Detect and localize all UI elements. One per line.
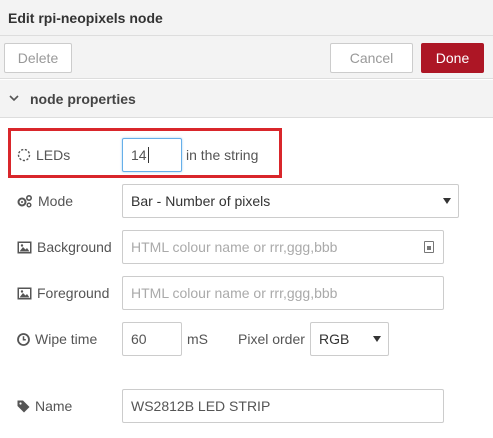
background-placeholder: HTML colour name or rrr,ggg,bbb xyxy=(131,239,338,255)
foreground-label: Foreground xyxy=(17,283,109,303)
caret-down-icon xyxy=(443,198,451,204)
cancel-button[interactable]: Cancel xyxy=(330,43,413,73)
pixel-order-label: Pixel order xyxy=(238,331,305,347)
circle-dashed-icon xyxy=(17,148,31,162)
leds-input[interactable]: 14 xyxy=(122,138,182,172)
background-label-text: Background xyxy=(37,239,112,255)
wipe-time-label: Wipe time xyxy=(17,329,97,349)
delete-button[interactable]: Delete xyxy=(4,43,72,73)
leds-input-value: 14 xyxy=(131,147,147,163)
background-input[interactable]: HTML colour name or rrr,ggg,bbb xyxy=(122,230,444,264)
tray-toolbar: Delete Cancel Done xyxy=(0,36,493,79)
name-input-value: WS2812B LED STRIP xyxy=(131,398,271,414)
leds-label: LEDs xyxy=(17,145,70,165)
image-icon xyxy=(17,241,32,253)
done-button[interactable]: Done xyxy=(421,43,484,73)
color-picker-icon[interactable] xyxy=(424,241,434,253)
cogs-icon xyxy=(17,194,33,208)
node-properties-header[interactable]: node properties xyxy=(0,80,493,118)
leds-label-text: LEDs xyxy=(36,147,71,163)
wipe-time-value: 60 xyxy=(131,331,147,347)
caret-down-icon xyxy=(373,336,381,342)
name-label-text: Name xyxy=(35,398,73,414)
mode-select-value: Bar - Number of pixels xyxy=(131,193,271,209)
section-title: node properties xyxy=(30,91,136,107)
tag-icon xyxy=(17,400,30,412)
wipe-time-label-text: Wipe time xyxy=(35,331,98,347)
name-input[interactable]: WS2812B LED STRIP xyxy=(122,389,444,423)
mode-select[interactable]: Bar - Number of pixels xyxy=(122,184,459,218)
chevron-down-icon xyxy=(9,95,19,102)
mode-label-text: Mode xyxy=(38,193,74,209)
wipe-time-input[interactable]: 60 xyxy=(122,322,182,356)
tray-header: Edit rpi-neopixels node xyxy=(0,0,493,36)
pixel-order-value: RGB xyxy=(319,331,350,347)
tray-title: Edit rpi-neopixels node xyxy=(8,10,163,26)
pixel-order-select[interactable]: RGB xyxy=(310,322,389,356)
text-cursor xyxy=(147,147,149,163)
foreground-placeholder: HTML colour name or rrr,ggg,bbb xyxy=(131,285,338,301)
background-label: Background xyxy=(17,237,112,257)
name-label: Name xyxy=(17,396,72,416)
edit-node-tray: Edit rpi-neopixels node Delete Cancel Do… xyxy=(0,0,493,438)
leds-suffix: in the string xyxy=(186,147,259,163)
foreground-input[interactable]: HTML colour name or rrr,ggg,bbb xyxy=(122,276,444,310)
clock-icon xyxy=(17,332,30,346)
image-icon xyxy=(17,287,32,299)
mode-label: Mode xyxy=(17,191,73,211)
foreground-label-text: Foreground xyxy=(37,285,110,301)
wipe-time-unit: mS xyxy=(187,331,208,347)
